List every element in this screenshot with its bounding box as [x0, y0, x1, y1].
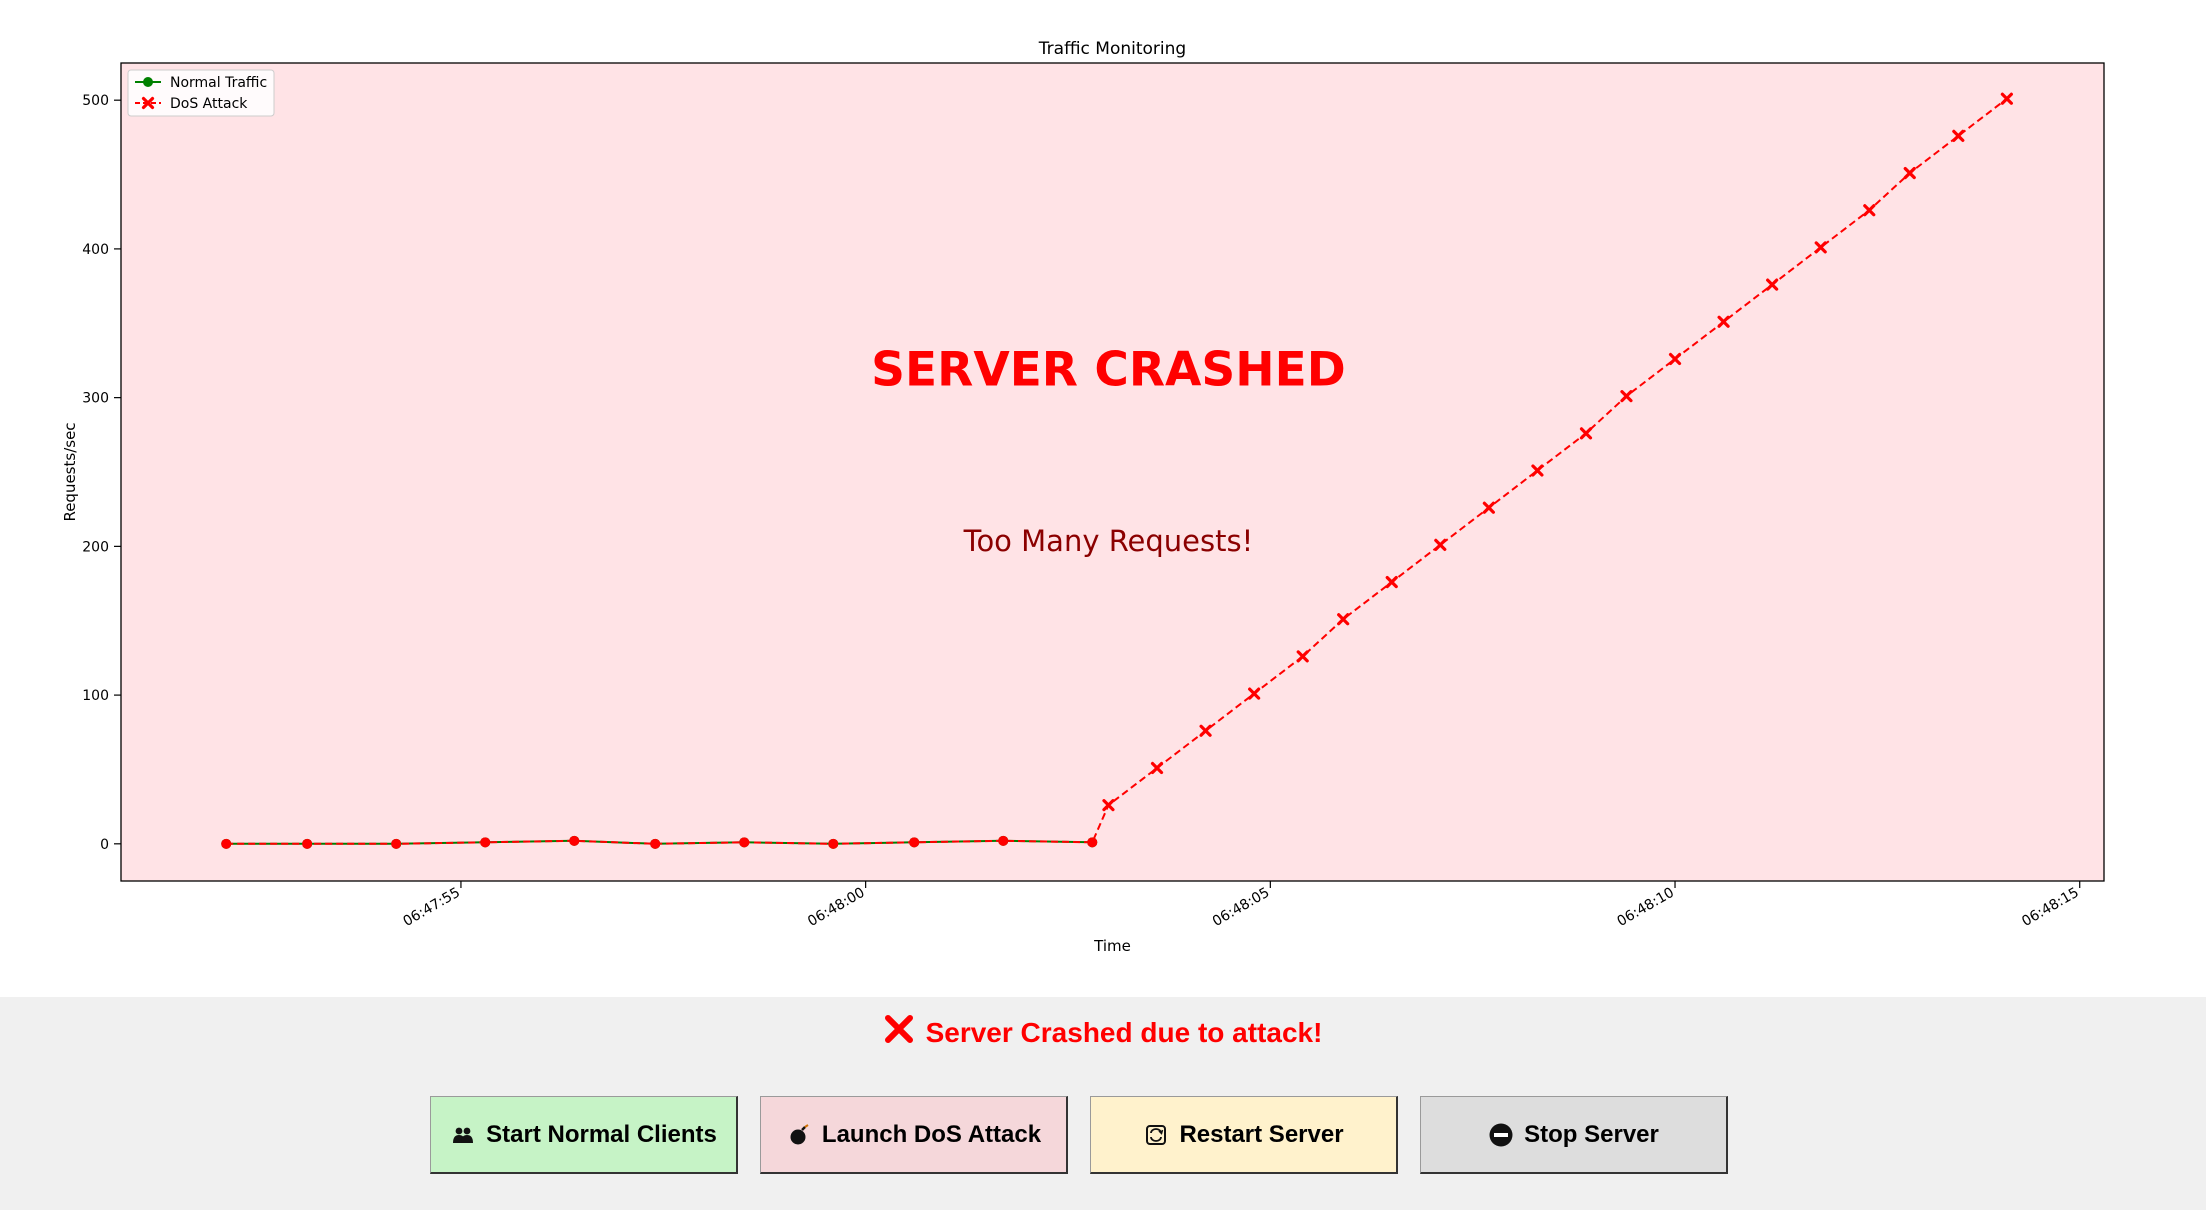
y-tick-label: 200	[82, 539, 109, 555]
users-icon	[450, 1122, 476, 1148]
x-axis-label: Time	[1093, 937, 1131, 955]
legend-dos-label: DoS Attack	[170, 96, 248, 112]
plot-background	[121, 63, 2104, 881]
status-message: Server Crashed due to attack!	[0, 1013, 2206, 1055]
restart-server-button[interactable]: Restart Server	[1090, 1096, 1398, 1174]
y-tick-label: 0	[100, 837, 109, 853]
x-tick-label: 06:47:55	[400, 885, 462, 930]
status-text: Server Crashed due to attack!	[925, 1017, 1323, 1048]
button-row: Start Normal Clients Launch DoS Attack R…	[430, 1096, 1728, 1174]
control-panel: Server Crashed due to attack! Start Norm…	[0, 997, 2206, 1210]
chart-title: Traffic Monitoring	[1038, 39, 1186, 59]
no-entry-icon	[1488, 1122, 1514, 1148]
dos-attack-point	[739, 837, 750, 848]
dos-attack-point	[909, 837, 920, 848]
dos-attack-point	[302, 838, 313, 849]
x-tick-label: 06:48:00	[805, 885, 867, 930]
dos-attack-point	[569, 835, 580, 846]
start-normal-clients-button[interactable]: Start Normal Clients	[430, 1096, 738, 1174]
restart-icon	[1143, 1122, 1169, 1148]
launch-dos-attack-button[interactable]: Launch DoS Attack	[760, 1096, 1068, 1174]
y-tick-label: 300	[82, 391, 109, 407]
dos-attack-point	[221, 838, 232, 849]
x-tick-label: 06:48:05	[1210, 885, 1272, 930]
dos-attack-point	[998, 835, 1009, 846]
legend-normal-label: Normal Traffic	[170, 75, 267, 91]
server-crashed-annotation: SERVER CRASHED	[871, 343, 1346, 398]
dos-attack-point	[391, 838, 402, 849]
bomb-icon	[786, 1122, 812, 1148]
dos-attack-point	[1087, 837, 1098, 848]
stop-server-label: Stop Server	[1524, 1120, 1659, 1148]
dos-attack-point	[828, 838, 839, 849]
stop-server-button[interactable]: Stop Server	[1420, 1096, 1728, 1174]
dos-attack-point	[650, 838, 661, 849]
y-tick-label: 500	[82, 93, 109, 109]
too-many-requests-annotation: Too Many Requests!	[963, 524, 1254, 558]
x-tick-label: 06:48:15	[2019, 885, 2081, 930]
start-normal-clients-label: Start Normal Clients	[486, 1120, 717, 1148]
x-tick-label: 06:48:10	[1615, 885, 1677, 930]
y-axis-label: Requests/sec	[61, 422, 79, 521]
cross-mark-icon	[884, 1014, 914, 1055]
legend-normal-marker	[143, 77, 153, 87]
y-tick-label: 400	[82, 242, 109, 258]
dos-attack-point	[480, 837, 491, 848]
y-tick-label: 100	[82, 688, 109, 704]
traffic-chart-area: Traffic Monitoring 0 100 200 300 400 500 06:47:…	[0, 0, 2206, 997]
traffic-chart: Traffic Monitoring 0 100 200 300 400 500 06:47:…	[61, 39, 2105, 955]
launch-dos-attack-label: Launch DoS Attack	[821, 1120, 1042, 1148]
restart-server-label: Restart Server	[1179, 1120, 1344, 1148]
